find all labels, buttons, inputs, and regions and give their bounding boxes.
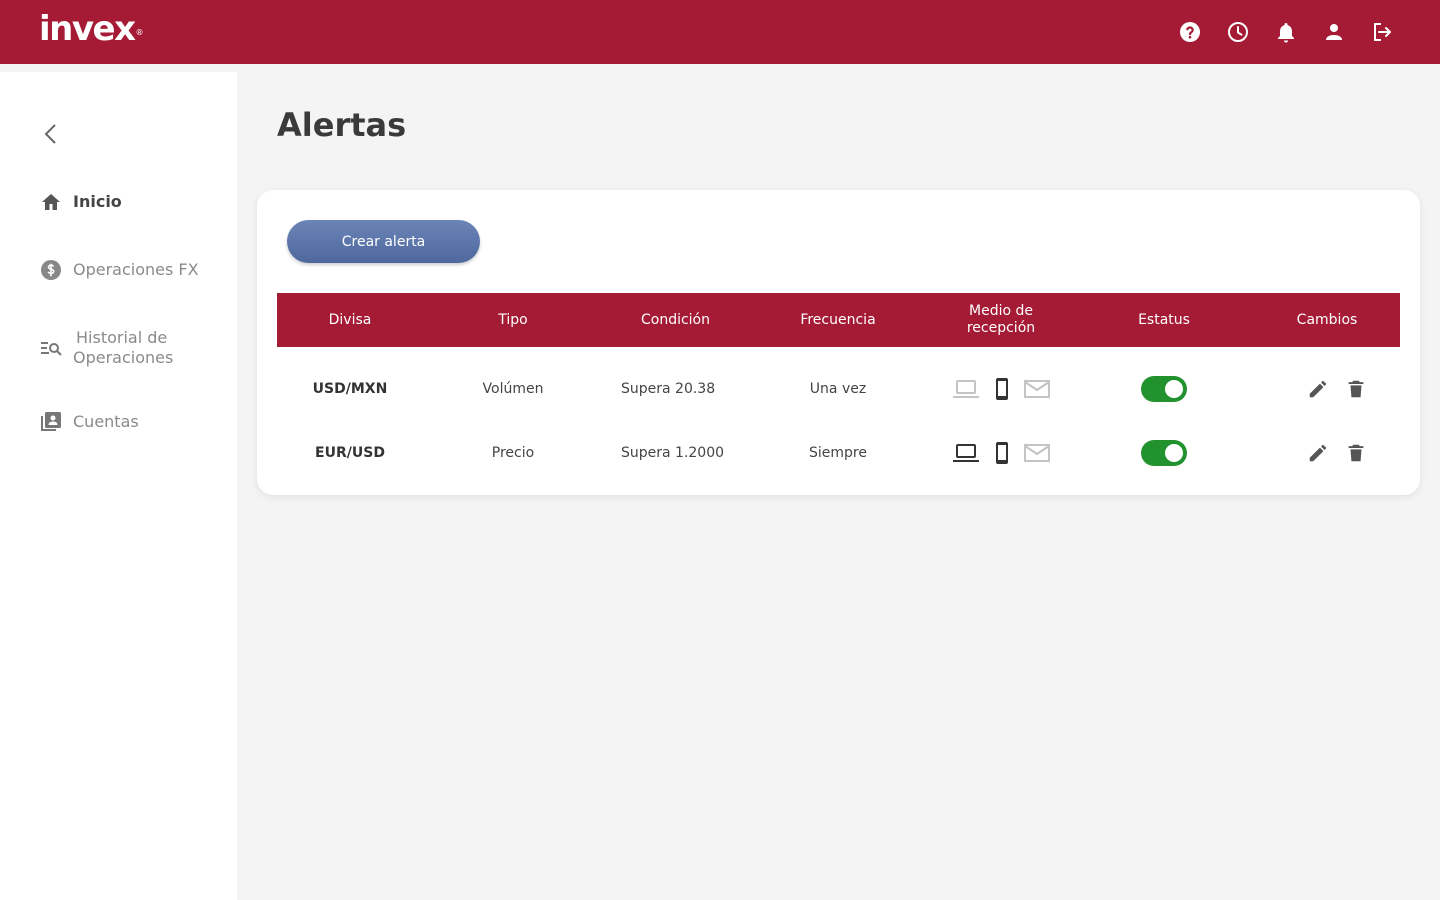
cell-divisa: EUR/USD (315, 445, 385, 461)
cell-divisa: USD/MXN (312, 381, 388, 397)
cell-estatus (1074, 376, 1254, 402)
column-header-estatus: Estatus (1138, 311, 1190, 328)
profile-icon[interactable] (1322, 20, 1346, 44)
email-icon[interactable] (1024, 379, 1050, 399)
sidebar-item-label: Cuentas (73, 412, 139, 431)
sidebar-item-label: Operaciones FX (73, 260, 199, 279)
cell-cambios (1254, 378, 1400, 400)
table-row: EUR/USD Precio Supera 1.2000 Siempre (277, 433, 1400, 473)
history-icon[interactable] (1226, 20, 1250, 44)
help-icon[interactable] (1178, 20, 1202, 44)
cell-condicion: Supera 20.38 (621, 381, 716, 397)
delete-icon[interactable] (1345, 378, 1367, 400)
delete-icon[interactable] (1345, 442, 1367, 464)
cell-frecuencia: Una vez (809, 381, 867, 397)
sidebar-item-operaciones-fx[interactable]: Operaciones FX (39, 258, 199, 282)
cell-tipo: Precio (491, 445, 535, 461)
email-icon[interactable] (1024, 443, 1050, 463)
cell-estatus (1074, 440, 1254, 466)
sidebar-item-cuentas[interactable]: Cuentas (39, 410, 139, 434)
history-search-icon (39, 336, 63, 360)
column-header-frecuencia: Frecuencia (800, 311, 876, 328)
sidebar-item-inicio[interactable]: Inicio (39, 190, 122, 214)
create-alert-button[interactable]: Crear alerta (287, 220, 480, 263)
column-header-tipo: Tipo (498, 311, 528, 328)
column-header-cambios: Cambios (1296, 311, 1358, 328)
table-row: USD/MXN Volúmen Supera 20.38 Una vez (277, 369, 1400, 409)
sidebar: Inicio Operaciones FX Historial de Opera… (0, 72, 237, 900)
chevron-left-icon[interactable] (38, 120, 64, 148)
column-header-condicion: Condición (640, 311, 710, 328)
edit-icon[interactable] (1307, 442, 1329, 464)
laptop-icon[interactable] (952, 442, 980, 464)
page-title: Alertas (277, 106, 407, 144)
alerts-card: Crear alerta Divisa Tipo Condición Frecu… (257, 190, 1420, 495)
invex-logo[interactable]: invex® (39, 8, 144, 50)
status-toggle[interactable] (1141, 376, 1187, 402)
logout-icon[interactable] (1370, 20, 1394, 44)
dollar-coin-icon (39, 258, 63, 282)
sidebar-item-label: Historial de Operaciones (73, 328, 174, 367)
column-header-divisa: Divisa (328, 311, 372, 328)
cell-frecuencia: Siempre (809, 445, 867, 461)
smartphone-icon[interactable] (994, 377, 1010, 401)
sidebar-item-label: Inicio (73, 192, 122, 211)
cell-medio (928, 441, 1074, 465)
cell-condicion: Supera 1.2000 (621, 445, 725, 461)
laptop-icon[interactable] (952, 378, 980, 400)
edit-icon[interactable] (1307, 378, 1329, 400)
column-header-medio: Medio de recepción (966, 303, 1036, 336)
cell-medio (928, 377, 1074, 401)
table-header: Divisa Tipo Condición Frecuencia Medio d… (277, 293, 1400, 347)
home-icon (39, 190, 63, 214)
top-icons (1178, 20, 1394, 44)
notifications-icon[interactable] (1274, 20, 1298, 44)
accounts-icon (39, 410, 63, 434)
cell-tipo: Volúmen (482, 381, 544, 397)
sidebar-item-historial[interactable]: Historial de Operaciones (39, 326, 173, 368)
smartphone-icon[interactable] (994, 441, 1010, 465)
status-toggle[interactable] (1141, 440, 1187, 466)
cell-cambios (1254, 442, 1400, 464)
top-bar: invex® (0, 0, 1440, 64)
